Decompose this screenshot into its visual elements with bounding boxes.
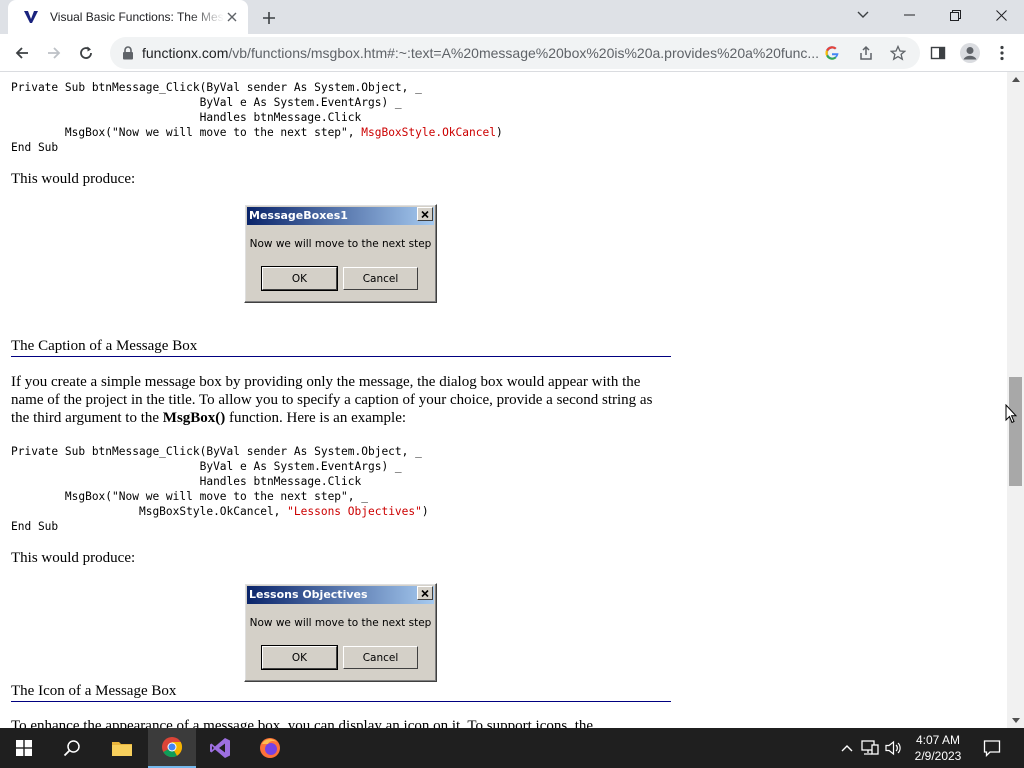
section-heading-icon: The Icon of a Message Box xyxy=(11,683,671,702)
minimize-button[interactable] xyxy=(886,0,932,30)
scroll-up-arrow-icon[interactable] xyxy=(1007,72,1024,87)
start-button[interactable] xyxy=(0,728,48,768)
tab-search-icon[interactable] xyxy=(840,0,886,30)
clock-time: 4:07 AM xyxy=(915,733,961,747)
dialog-title: MessageBoxes1 xyxy=(247,207,434,225)
page-viewport: Private Sub btnMessage_Click(ByVal sende… xyxy=(0,72,1007,728)
code-line: Handles btnMessage.Click xyxy=(11,475,362,488)
tab-title: Visual Basic Functions: The Message Box xyxy=(50,10,224,24)
mouse-cursor-icon xyxy=(1005,403,1018,424)
browser-toolbar: functionx.com/vb/functions/msgbox.htm#:~… xyxy=(0,34,1024,72)
browser-tab-active[interactable]: Visual Basic Functions: The Message Box xyxy=(8,0,248,34)
code-line: End Sub xyxy=(11,520,59,533)
code-block-okcancel: Private Sub btnMessage_Click(ByVal sende… xyxy=(11,80,503,155)
url-path: /vb/functions/msgbox.htm#:~:text=A%20mes… xyxy=(228,45,818,61)
url-host: functionx.com xyxy=(142,45,229,61)
code-line: ) xyxy=(495,126,503,139)
caption-paragraph: If you create a simple message box by pr… xyxy=(11,373,671,427)
bookmark-star-icon[interactable] xyxy=(888,43,908,63)
code-line: ) xyxy=(421,505,429,518)
functionx-favicon-icon xyxy=(22,8,40,26)
back-button[interactable] xyxy=(8,39,36,67)
messagebox-screenshot-2: Lessons Objectives Now we will move to t… xyxy=(244,583,437,682)
page-scrollbar[interactable] xyxy=(1007,72,1024,728)
dialog-cancel-button: Cancel xyxy=(343,646,418,669)
dialog-close-icon xyxy=(417,207,433,221)
close-tab-icon[interactable] xyxy=(224,9,240,25)
side-panel-icon[interactable] xyxy=(924,39,952,67)
dialog-cancel-button: Cancel xyxy=(343,267,418,290)
restore-button[interactable] xyxy=(932,0,978,30)
scrollbar-thumb[interactable] xyxy=(1009,377,1022,486)
code-highlight: MsgBoxStyle.OkCancel xyxy=(361,126,496,139)
new-tab-button[interactable] xyxy=(258,7,280,29)
icon-paragraph: To enhance the appearance of a message b… xyxy=(11,718,594,728)
chrome-menu-icon[interactable] xyxy=(988,39,1016,67)
visual-studio-icon[interactable] xyxy=(196,728,244,768)
produce-text: This would produce: xyxy=(11,550,136,566)
lock-icon[interactable] xyxy=(118,43,138,63)
code-line: End Sub xyxy=(11,141,59,154)
firefox-icon[interactable] xyxy=(246,728,294,768)
code-line: Private Sub btnMessage_Click(ByVal sende… xyxy=(11,81,422,94)
dialog-message: Now we will move to the next step xyxy=(249,617,432,629)
chrome-icon[interactable] xyxy=(148,728,196,768)
profile-avatar-icon[interactable] xyxy=(956,39,984,67)
windows-taskbar: 4:07 AM 2/9/2023 xyxy=(0,728,1024,768)
tab-strip: Visual Basic Functions: The Message Box xyxy=(0,0,1024,34)
dialog-ok-button: OK xyxy=(262,646,337,669)
code-highlight: "Lessons Objectives" xyxy=(287,505,422,518)
address-bar[interactable]: functionx.com/vb/functions/msgbox.htm#:~… xyxy=(110,37,920,69)
paragraph-bold: MsgBox() xyxy=(162,410,226,426)
code-line: ByVal e As System.EventArgs) _ xyxy=(11,96,402,109)
scroll-down-arrow-icon[interactable] xyxy=(1007,713,1024,728)
code-block-caption: Private Sub btnMessage_Click(ByVal sende… xyxy=(11,444,429,534)
close-window-button[interactable] xyxy=(978,0,1024,30)
url-text[interactable]: functionx.com/vb/functions/msgbox.htm#:~… xyxy=(142,37,818,69)
share-icon[interactable] xyxy=(856,43,876,63)
code-line: MsgBox("Now we will move to the next ste… xyxy=(11,490,368,503)
reload-button[interactable] xyxy=(72,39,100,67)
dialog-close-icon xyxy=(417,586,433,600)
search-icon[interactable] xyxy=(48,728,96,768)
file-explorer-icon[interactable] xyxy=(98,728,146,768)
produce-text: This would produce: xyxy=(11,171,136,187)
section-heading-caption: The Caption of a Message Box xyxy=(11,338,671,357)
clock-date: 2/9/2023 xyxy=(914,749,962,763)
dialog-ok-button: OK xyxy=(262,267,337,290)
show-hidden-icons-chevron-icon[interactable] xyxy=(837,738,857,758)
dialog-title: Lessons Objectives xyxy=(247,586,434,604)
notification-center-icon[interactable] xyxy=(982,738,1002,758)
forward-button[interactable] xyxy=(40,39,68,67)
code-line: MsgBoxStyle.OkCancel, xyxy=(11,505,288,518)
messagebox-screenshot-1: MessageBoxes1 Now we will move to the ne… xyxy=(244,204,437,303)
paragraph-text: function. Here is an example: xyxy=(225,410,407,426)
dialog-message: Now we will move to the next step xyxy=(249,238,432,250)
google-icon[interactable] xyxy=(822,43,842,63)
code-line: Private Sub btnMessage_Click(ByVal sende… xyxy=(11,445,422,458)
code-line: MsgBox("Now we will move to the next ste… xyxy=(11,126,362,139)
code-line: Handles btnMessage.Click xyxy=(11,111,362,124)
code-line: ByVal e As System.EventArgs) _ xyxy=(11,460,402,473)
network-icon[interactable] xyxy=(860,738,880,758)
system-clock[interactable]: 4:07 AM 2/9/2023 xyxy=(900,732,976,764)
